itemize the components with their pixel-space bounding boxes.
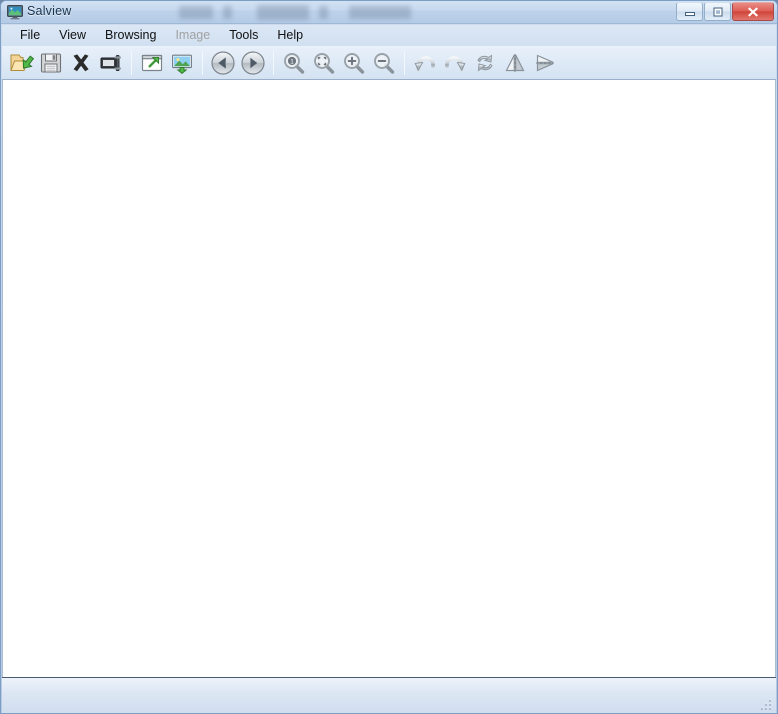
zoom-actual-size-button[interactable]: 1 [279,48,309,78]
titlebar-ghost-artifact-5 [349,6,411,19]
zoom-fit-button[interactable] [309,48,339,78]
filmstrip-icon [100,54,121,71]
next-image-button[interactable] [238,48,268,78]
titlebar-ghost-artifact-2 [223,6,232,19]
previous-image-button[interactable] [208,48,238,78]
open-folder-icon [10,54,34,71]
menu-file[interactable]: File [11,26,49,45]
titlebar-ghost-artifact-4 [319,6,328,19]
titlebar-ghost-artifact-3 [257,5,309,20]
close-x-icon [73,53,89,71]
zoom-out-button[interactable] [369,48,399,78]
toolbar-separator [404,50,405,75]
arrow-left-circle-icon [211,50,235,75]
arrow-right-circle-icon [241,50,265,75]
minimize-icon [684,11,695,16]
maximize-icon [713,7,722,16]
menu-tools[interactable]: Tools [220,26,267,45]
flip-vertical-button[interactable] [530,48,560,78]
refresh-circular-icon [477,54,493,71]
menu-browsing[interactable]: Browsing [96,26,165,45]
toolbar-separator [273,50,274,75]
resize-grip-icon[interactable] [759,698,773,712]
magnifier-plus-icon [344,52,365,74]
picture-download-icon [172,54,192,74]
menu-help[interactable]: Help [268,26,312,45]
toolbar-separator [131,50,132,75]
rotate-ccw-icon [414,55,435,71]
floppy-disk-icon [40,52,62,73]
close-icon [748,6,758,17]
slideshow-button[interactable] [96,48,126,78]
image-canvas[interactable] [2,80,776,677]
flip-vertical-icon [536,54,554,71]
magnifier-one-icon: 1 [284,52,305,74]
set-wallpaper-button[interactable] [167,48,197,78]
close-button[interactable] [732,2,774,21]
flip-horizontal-button[interactable] [500,48,530,78]
save-button[interactable] [36,48,66,78]
tool-bar: 1 [2,46,776,80]
rotate-right-button[interactable] [440,48,470,78]
open-file-button[interactable] [6,48,36,78]
minimize-button[interactable] [676,2,703,21]
toolbar-separator [202,50,203,75]
close-file-button[interactable] [66,48,96,78]
status-bar [2,677,776,713]
zoom-in-button[interactable] [339,48,369,78]
menu-bar: File View Browsing Image Tools Help [2,25,776,46]
window-title: Salview [27,4,72,18]
rotate-180-button[interactable] [470,48,500,78]
monitor-icon [7,5,23,20]
title-bar[interactable]: Salview [1,1,777,24]
menu-image: Image [175,28,211,42]
external-window-icon [141,54,163,71]
svg-text:1: 1 [290,58,294,65]
rotate-cw-icon [445,55,466,71]
menu-view[interactable]: View [50,26,95,45]
magnifier-fit-icon [314,52,335,74]
application-window: Salview File View Browsing Image Tools H… [0,0,778,714]
titlebar-ghost-artifact-1 [179,6,213,19]
open-external-button[interactable] [137,48,167,78]
flip-horizontal-icon [505,53,525,72]
maximize-button[interactable] [704,2,731,21]
magnifier-minus-icon [374,52,395,74]
rotate-left-button[interactable] [410,48,440,78]
